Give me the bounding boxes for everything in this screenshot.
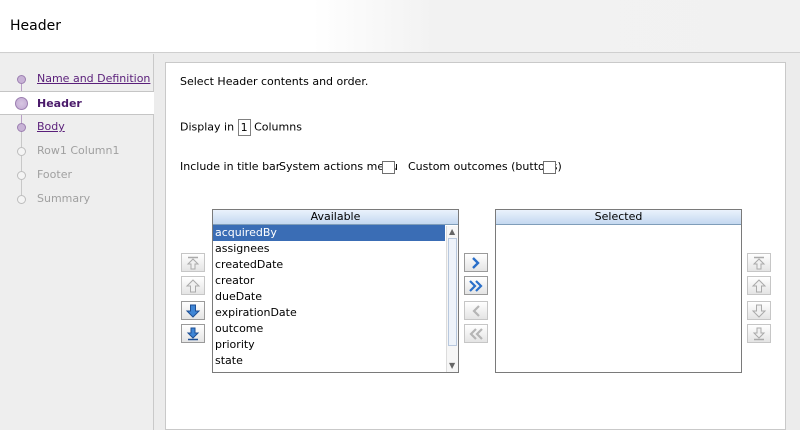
train-navigation: Name and Definition Header Body Row1 Col… [0,54,154,430]
nav-item-footer: Footer [0,163,154,187]
list-item[interactable]: outcome [213,321,458,337]
nav-item-label: Summary [37,192,91,205]
step-disabled-icon [17,147,26,156]
nav-item-header[interactable]: Header [0,91,154,115]
include-in-title-bar-label: Include in title bar [180,160,281,173]
list-item[interactable]: expirationDate [213,305,458,321]
nav-item-label: Header [37,97,82,110]
page-title: Header [10,18,61,34]
selected-move-to-bottom-button[interactable] [747,324,771,343]
move-up-button[interactable] [181,276,205,295]
selected-list[interactable]: Selected [495,209,742,373]
selected-move-to-top-button[interactable] [747,253,771,272]
nav-item-name-and-definition[interactable]: Name and Definition [0,67,154,91]
list-item[interactable]: assignees [213,241,458,257]
header-fade [313,0,800,52]
list-item[interactable]: acquiredBy [213,225,445,241]
display-in-label: Display in [180,120,235,134]
nav-item-label: Footer [37,168,72,181]
step-disabled-icon [17,195,26,204]
nav-item-label[interactable]: Name and Definition [37,72,150,85]
chevron-left-icon [472,304,480,317]
move-button[interactable] [464,253,488,272]
arrow-up-icon [751,278,767,292]
columns-field[interactable]: 1 [237,119,251,136]
step-visited-icon [17,75,26,84]
arrow-down-icon [751,304,767,318]
step-visited-icon [17,123,26,132]
arrow-up-icon [185,278,201,292]
move-all-button[interactable] [464,276,488,295]
move-to-top-button[interactable] [181,253,205,272]
selected-move-up-button[interactable] [747,276,771,295]
nav-item-label: Row1 Column1 [37,144,120,157]
selected-list-header: Selected [496,210,741,225]
nav-item-row1-column1: Row1 Column1 [0,139,154,163]
columns-label: Columns [254,120,302,134]
list-item[interactable]: dueDate [213,289,458,305]
move-to-bottom-icon [752,327,766,340]
available-list-header: Available [213,210,458,225]
instruction-text: Select Header contents and order. [180,75,369,88]
chevron-right-icon [472,256,480,269]
available-list[interactable]: Available acquiredBy assignees createdDa… [212,209,459,373]
list-item[interactable]: state [213,353,458,369]
arrow-down-icon [185,304,201,318]
remove-button[interactable] [464,301,488,320]
system-actions-label: System actions menu [279,160,399,173]
step-current-icon [15,97,28,110]
list-item[interactable]: creator [213,273,458,289]
page-header: Header [0,0,800,53]
available-scrollbar[interactable]: ▲ ▼ [446,226,458,372]
nav-item-body[interactable]: Body [0,115,154,139]
scroll-up-icon[interactable]: ▲ [449,228,455,236]
move-to-bottom-button[interactable] [181,324,205,343]
nav-item-label[interactable]: Body [37,120,65,133]
selected-move-down-button[interactable] [747,301,771,320]
move-to-bottom-icon [186,327,200,340]
system-actions-checkbox[interactable] [382,161,395,174]
display-columns-row: Display in 1 Columns [180,119,302,136]
scroll-thumb[interactable] [448,238,457,346]
custom-outcomes-checkbox[interactable] [543,161,556,174]
content-panel: Select Header contents and order. Displa… [165,62,786,430]
move-to-top-icon [752,256,766,269]
remove-all-button[interactable] [464,324,488,343]
nav-item-summary: Summary [0,187,154,211]
move-down-button[interactable] [181,301,205,320]
step-disabled-icon [17,171,26,180]
double-chevron-right-icon [469,279,483,292]
list-item[interactable]: priority [213,337,458,353]
double-chevron-left-icon [469,327,483,340]
custom-outcomes-label: Custom outcomes (buttons) [408,160,562,173]
list-item[interactable]: createdDate [213,257,458,273]
move-to-top-icon [186,256,200,269]
available-list-body: acquiredBy assignees createdDate creator… [213,225,458,369]
scroll-down-icon[interactable]: ▼ [449,362,455,370]
